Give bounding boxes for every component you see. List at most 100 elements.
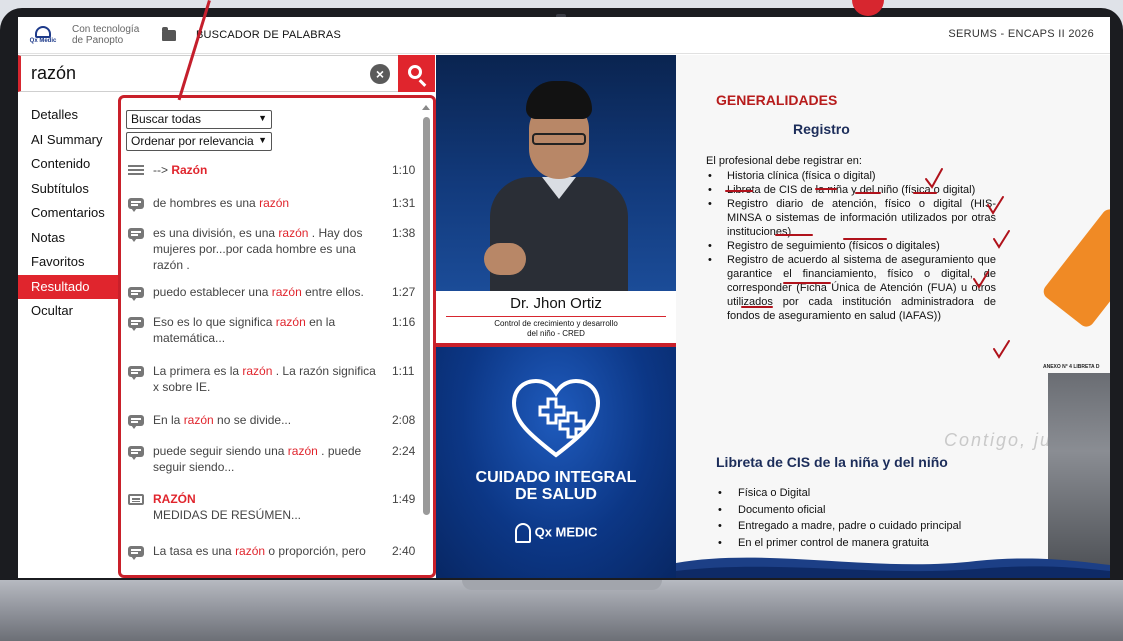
result-match: razón [271, 285, 302, 299]
course-name: CUIDADO INTEGRAL DE SALUD [436, 469, 676, 503]
result-match: razón [183, 413, 214, 427]
chat-icon [128, 446, 144, 460]
result-item[interactable]: es una división, es una razón . Hay dos … [121, 225, 421, 277]
chevron-down-icon: ▼ [258, 135, 267, 145]
presenter-role-line: del niño - CRED [527, 329, 585, 338]
slide-heading: GENERALIDADES [716, 92, 838, 108]
slide-bullets: Historia clínica (física o digital) Libr… [706, 169, 996, 323]
app-screen: Qx Medic Con tecnología de Panopto BUSCA… [18, 17, 1110, 578]
result-item[interactable]: de hombres es una razón 1:31 [121, 195, 421, 215]
sort-select-value: Ordenar por relevancia [131, 134, 254, 148]
result-match: Razón [171, 163, 208, 177]
sidebar-nav: Detalles AI Summary Contenido Subtítulos… [18, 103, 118, 324]
slide-intro: El profesional debe registrar en: [706, 155, 862, 167]
result-suffix: MEDIDAS DE RESÚMEN... [153, 508, 302, 522]
presenter-role-line: Control de crecimiento y desarrollo [494, 319, 618, 328]
chat-icon [128, 228, 144, 242]
course-name-line: CUIDADO INTEGRAL [475, 469, 637, 486]
device-mockup: Qx Medic Con tecnología de Panopto BUSCA… [0, 0, 1123, 641]
result-prefix: En la [153, 413, 184, 427]
chat-icon [128, 366, 144, 380]
result-text: En la razón no se divide... [153, 412, 381, 428]
sidebar-item-detalles[interactable]: Detalles [18, 103, 118, 128]
annex-image [1048, 373, 1110, 569]
slide-bullet: Registro de acuerdo al sistema de asegur… [706, 253, 996, 323]
scope-select[interactable]: Buscar todas ▼ [126, 110, 272, 129]
scroll-up-icon[interactable] [422, 105, 430, 110]
sidebar-item-contenido[interactable]: Contenido [18, 152, 118, 177]
result-text: La primera es la razón . La razón signif… [153, 363, 381, 395]
search-button[interactable] [398, 55, 435, 92]
video-panel[interactable]: Dr. Jhon Ortiz Control de crecimiento y … [436, 55, 676, 578]
results-scrollbar[interactable] [422, 105, 430, 575]
chevron-down-icon: ▼ [258, 113, 267, 123]
powered-by: Con tecnología de Panopto [72, 24, 140, 46]
folder-icon[interactable] [162, 26, 176, 41]
presenter-image [484, 73, 634, 291]
search-icon [408, 65, 422, 79]
brand-text: Qx Medic [29, 37, 57, 44]
decorative-shape [1040, 206, 1110, 330]
sidebar-item-comentarios[interactable]: Comentarios [18, 201, 118, 226]
sidebar-item-notas[interactable]: Notas [18, 226, 118, 251]
course-title: SERUMS - ENCAPS II 2026 [948, 28, 1094, 40]
result-suffix: o proporción, pero [265, 544, 366, 558]
sidebar-item-ocultar[interactable]: Ocultar [18, 299, 118, 324]
sidebar-item-favoritos[interactable]: Favoritos [18, 250, 118, 275]
result-item[interactable]: En la razón no se divide... 2:08 [121, 412, 421, 432]
result-match: razón [278, 226, 309, 240]
result-item[interactable]: RAZÓN MEDIDAS DE RESÚMEN... 1:49 [121, 491, 421, 527]
result-time: 2:24 [392, 444, 416, 458]
slide-subheading: Registro [793, 121, 850, 137]
sidebar-item-resultado[interactable]: Resultado [18, 274, 118, 299]
sidebar-item-subtitulos[interactable]: Subtítulos [18, 177, 118, 202]
result-match: razón [242, 364, 273, 378]
result-time: 1:27 [392, 285, 416, 299]
results-panel: Buscar todas ▼ Ordenar por relevancia ▼ --… [118, 95, 436, 578]
result-suffix: no se divide... [213, 413, 292, 427]
result-item[interactable]: La primera es la razón . La razón signif… [121, 363, 421, 399]
heart-plus-icon [511, 378, 601, 458]
annex-label: ANEXO N° 4 LIBRETA D [1043, 364, 1100, 370]
brand-logo[interactable]: Qx Medic [30, 24, 56, 46]
chat-icon [128, 415, 144, 429]
result-match: razón [235, 544, 266, 558]
slide-panel[interactable]: GENERALIDADES Registro El profesional de… [676, 55, 1110, 578]
result-item[interactable]: puedo establecer una razón entre ellos. … [121, 284, 421, 304]
chat-icon [128, 317, 144, 331]
slide-footer-wave [676, 557, 1110, 578]
sort-select[interactable]: Ordenar por relevancia ▼ [126, 132, 272, 151]
result-text: La tasa es una razón o proporción, pero [153, 543, 381, 559]
result-time: 1:10 [392, 163, 416, 177]
result-time: 2:40 [392, 544, 416, 558]
result-item[interactable]: --> Razón 1:10 [121, 162, 421, 182]
course-name-line: DE SALUD [515, 486, 597, 503]
result-item[interactable]: puede seguir siendo una razón . puede se… [121, 443, 421, 479]
result-prefix: puedo establecer una [153, 285, 272, 299]
slide-bullet: Documento oficial [716, 502, 1016, 519]
slide-bullet: Registro de seguimiento (físicos o digit… [706, 239, 996, 253]
qx-medic-icon [514, 523, 531, 543]
slide-bullet: En el primer control de manera gratuita [716, 535, 1016, 552]
scroll-thumb[interactable] [423, 117, 430, 515]
result-match: razón [275, 315, 306, 329]
result-prefix: Eso es lo que significa [153, 315, 276, 329]
qx-medic-icon [35, 25, 51, 38]
result-text: puedo establecer una razón entre ellos. [153, 284, 381, 300]
list-icon [128, 165, 144, 176]
result-item[interactable]: Eso es lo que significa razón en la mate… [121, 314, 421, 350]
result-item[interactable]: La tasa es una razón o proporción, pero … [121, 543, 421, 563]
course-banner: CUIDADO INTEGRAL DE SALUD Qx MEDIC [436, 347, 676, 578]
result-match: razón [259, 196, 290, 210]
result-time: 1:38 [392, 226, 416, 240]
sidebar-item-ai-summary[interactable]: AI Summary [18, 128, 118, 153]
result-text: es una división, es una razón . Hay dos … [153, 225, 381, 273]
slide-icon [128, 494, 144, 505]
result-match: RAZÓN [153, 492, 196, 506]
presenter-card: Dr. Jhon Ortiz Control de crecimiento y … [436, 291, 676, 343]
slide-heading-2: Libreta de CIS de la niña y del niño [716, 454, 948, 470]
result-suffix: entre ellos. [301, 285, 364, 299]
clear-search-button[interactable]: × [370, 64, 390, 84]
result-time: 1:11 [392, 364, 415, 378]
result-text: Eso es lo que significa razón en la mate… [153, 314, 381, 346]
